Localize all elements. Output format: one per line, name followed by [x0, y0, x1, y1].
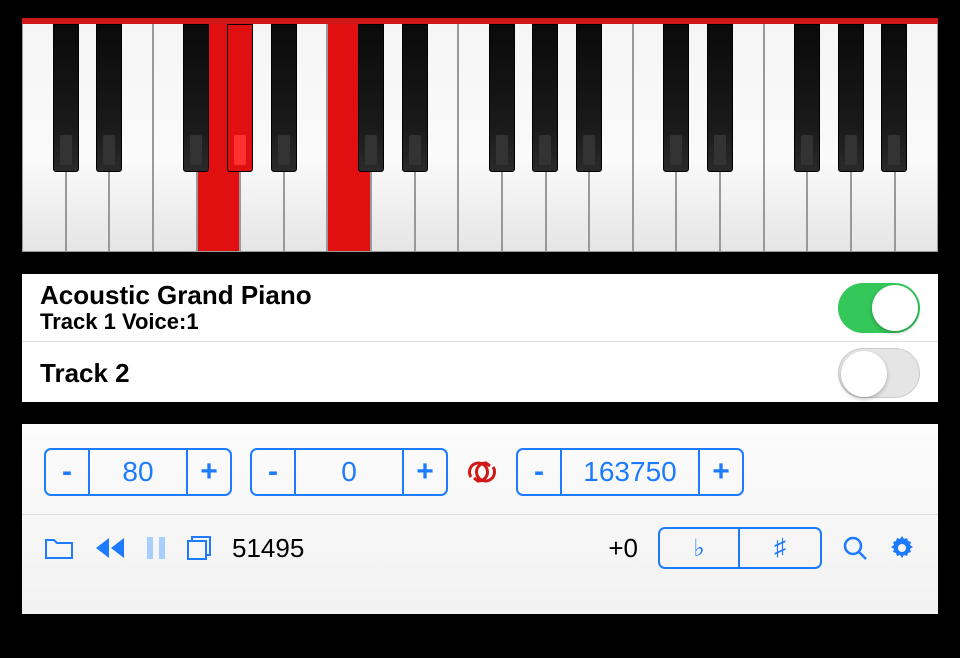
offset-value: +0 [558, 533, 638, 564]
black-key[interactable] [663, 24, 689, 172]
black-key[interactable] [838, 24, 864, 172]
tempo-stepper: - 80 + [44, 448, 232, 496]
transpose-value: 0 [294, 450, 404, 494]
keyboard[interactable] [22, 24, 938, 252]
folder-icon[interactable] [44, 536, 74, 560]
gear-icon[interactable] [888, 534, 916, 562]
transpose-minus-button[interactable]: - [252, 450, 294, 494]
black-key[interactable] [402, 24, 428, 172]
sharp-button[interactable]: ♯ [740, 529, 820, 567]
black-key[interactable] [271, 24, 297, 172]
rewind-icon[interactable] [94, 537, 126, 559]
tempo-minus-button[interactable]: - [46, 450, 88, 494]
accidental-segmented-control: ♭ ♯ [658, 527, 822, 569]
black-key[interactable] [489, 24, 515, 172]
piano-keyboard-panel [22, 18, 938, 252]
track-enable-switch[interactable] [838, 283, 920, 333]
flat-button[interactable]: ♭ [660, 529, 740, 567]
black-key[interactable] [96, 24, 122, 172]
black-key[interactable] [576, 24, 602, 172]
current-position-value: 51495 [232, 533, 342, 564]
transpose-plus-button[interactable]: + [404, 450, 446, 494]
transpose-stepper: - 0 + [250, 448, 448, 496]
black-key[interactable] [532, 24, 558, 172]
track-subtitle: Track 1 Voice:1 [40, 309, 838, 335]
bottom-toolbar: 51495 +0 ♭ ♯ [22, 514, 938, 587]
position-plus-button[interactable]: + [700, 450, 742, 494]
black-key[interactable] [794, 24, 820, 172]
track-enable-switch[interactable] [838, 348, 920, 398]
tempo-value: 80 [88, 450, 188, 494]
black-key[interactable] [707, 24, 733, 172]
black-key[interactable] [881, 24, 907, 172]
black-key[interactable] [53, 24, 79, 172]
windows-icon[interactable] [186, 535, 212, 561]
tempo-plus-button[interactable]: + [188, 450, 230, 494]
position-stepper: - 163750 + [516, 448, 744, 496]
black-key[interactable] [358, 24, 384, 172]
position-minus-button[interactable]: - [518, 450, 560, 494]
loop-icon[interactable] [466, 459, 498, 485]
stepper-row: - 80 + - 0 + - 163750 + [22, 424, 938, 514]
black-key[interactable] [183, 24, 209, 172]
track-row[interactable]: Acoustic Grand Piano Track 1 Voice:1 [22, 274, 938, 342]
position-value: 163750 [560, 450, 700, 494]
search-icon[interactable] [842, 535, 868, 561]
track-title: Track 2 [40, 358, 838, 389]
track-row[interactable]: Track 2 [22, 342, 938, 402]
black-key[interactable] [227, 24, 253, 172]
track-title: Acoustic Grand Piano [40, 280, 838, 311]
controls-panel: - 80 + - 0 + - 163750 + [22, 424, 938, 614]
track-list: Acoustic Grand Piano Track 1 Voice:1 Tra… [22, 274, 938, 402]
pause-icon[interactable] [146, 536, 166, 560]
